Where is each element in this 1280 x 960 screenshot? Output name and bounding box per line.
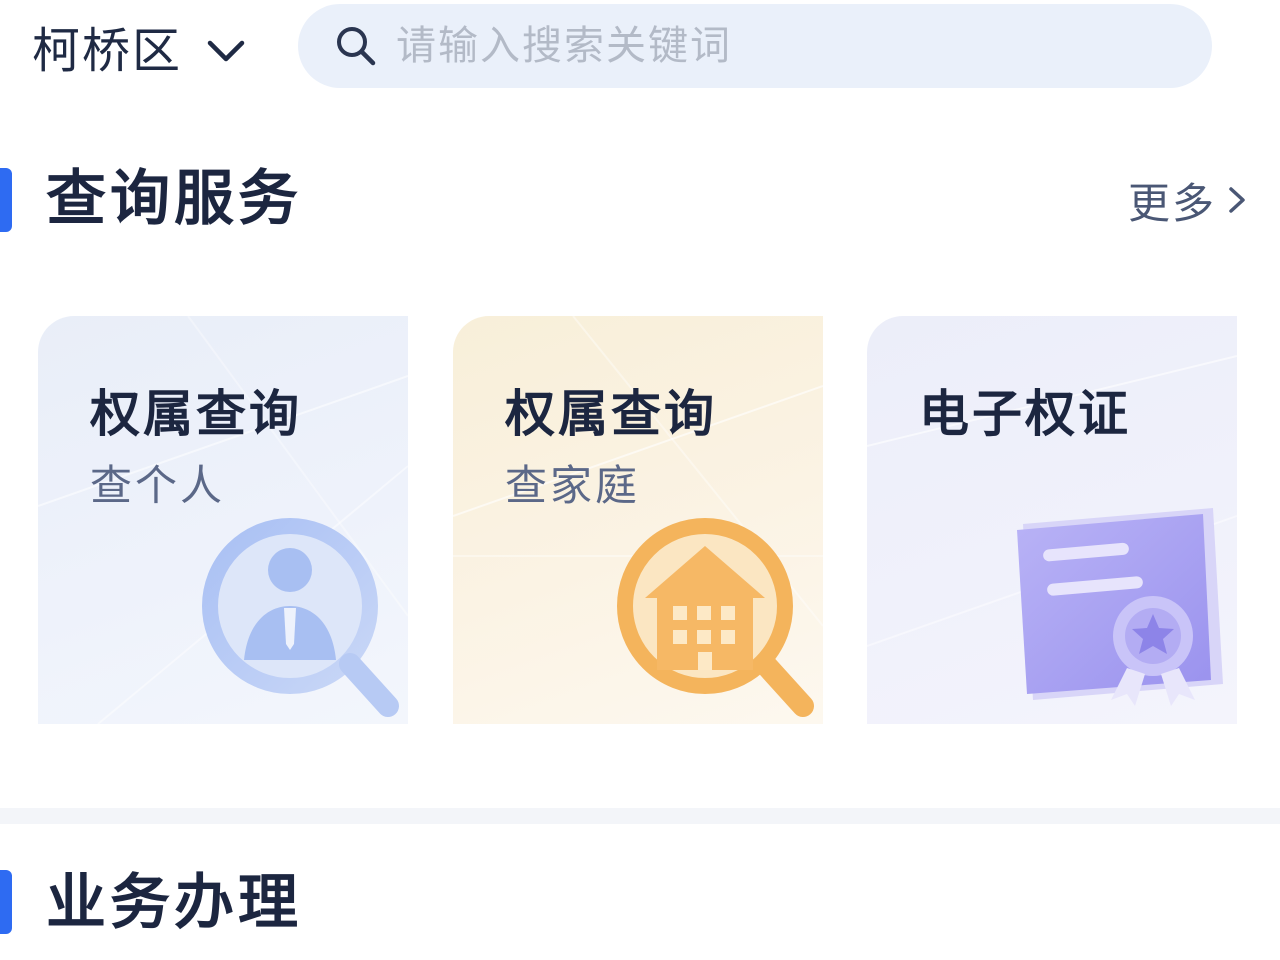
chevron-right-icon xyxy=(1229,187,1245,213)
house-search-icon xyxy=(617,518,814,717)
section-title-business: 业务办理 xyxy=(46,868,302,938)
top-bar: 柯桥区 xyxy=(0,0,1280,100)
section-divider xyxy=(0,808,1280,824)
card-electronic-certificate[interactable]: 电子权证 xyxy=(867,316,1237,724)
section-accent-bar xyxy=(0,168,12,232)
search-bar[interactable] xyxy=(298,4,1212,88)
district-selector[interactable]: 柯桥区 xyxy=(32,14,248,79)
section-accent-bar xyxy=(0,870,12,934)
more-label: 更多 xyxy=(1127,178,1216,228)
certificate-icon xyxy=(1017,508,1223,706)
card-title: 电子权证 xyxy=(919,385,1131,443)
more-link[interactable]: 更多 xyxy=(1128,172,1250,228)
chevron-down-icon xyxy=(207,40,245,62)
search-input[interactable] xyxy=(394,22,1174,70)
person-search-icon xyxy=(202,518,399,717)
district-label: 柯桥区 xyxy=(32,23,183,79)
card-ownership-query-personal[interactable]: 权属查询 查个人 xyxy=(38,316,408,724)
card-title: 权属查询 xyxy=(90,385,302,443)
card-ownership-query-family[interactable]: 权属查询 查家庭 xyxy=(453,316,823,724)
search-icon xyxy=(337,27,376,66)
card-title: 权属查询 xyxy=(505,385,717,443)
section-title-query: 查询服务 xyxy=(46,164,302,234)
